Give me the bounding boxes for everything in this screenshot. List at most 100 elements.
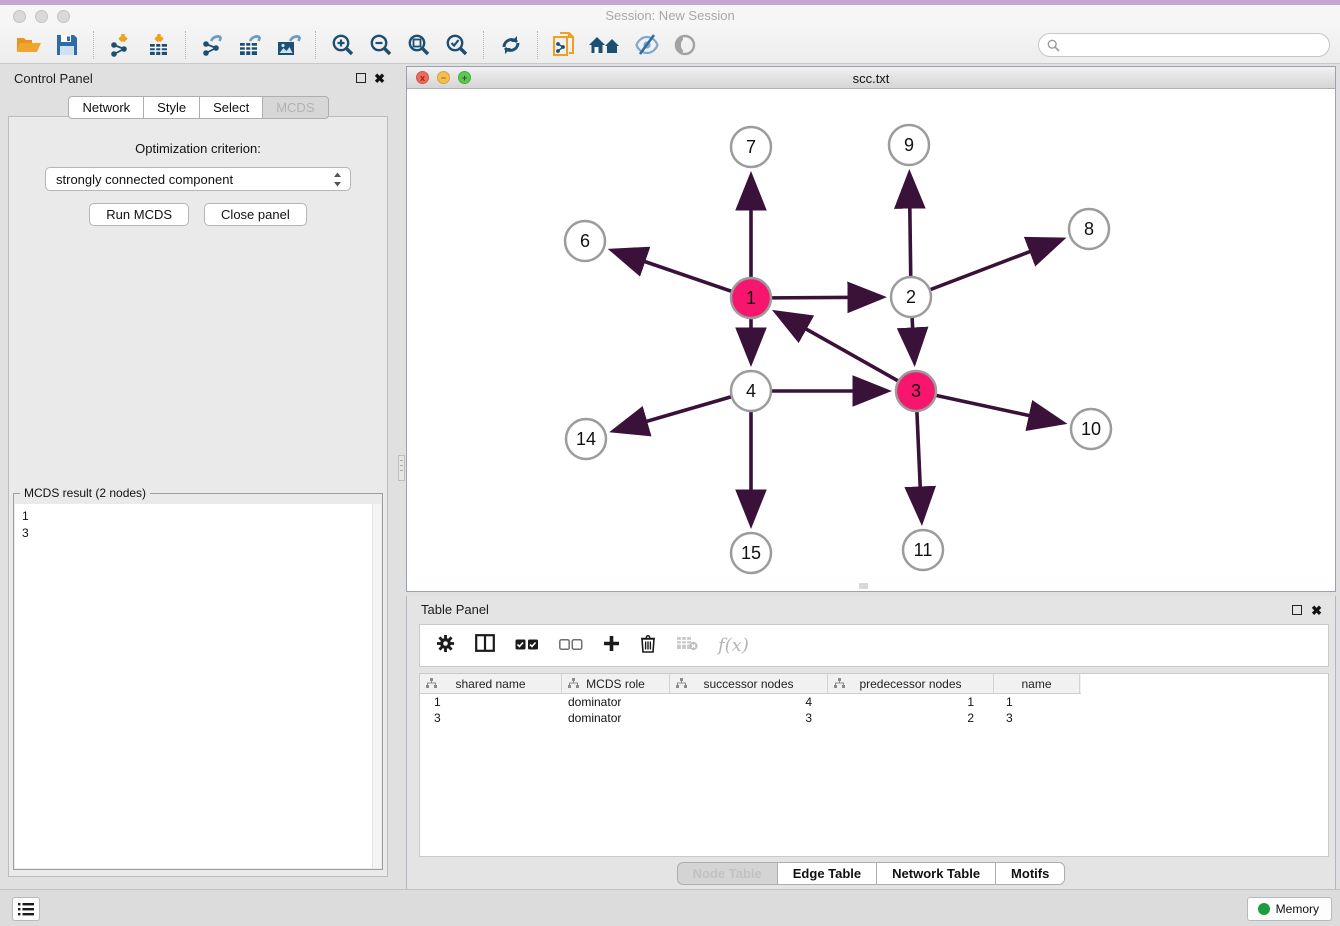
select-all-columns-button[interactable] (515, 637, 539, 655)
delete-column-button[interactable] (640, 634, 656, 658)
table-cell[interactable]: 1 (994, 695, 1080, 709)
control-panel-float-icon[interactable] (356, 73, 366, 83)
graph-node-8[interactable]: 8 (1069, 209, 1109, 249)
column-header-predecessor-nodes[interactable]: predecessor nodes (828, 674, 994, 693)
table-panel-close-icon[interactable]: ✖ (1311, 604, 1322, 617)
unchecked-boxes-icon (559, 639, 583, 650)
create-column-button[interactable] (603, 635, 620, 657)
graph-node-14[interactable]: 14 (566, 419, 606, 459)
close-panel-button[interactable]: Close panel (204, 203, 307, 226)
task-history-button[interactable] (12, 897, 40, 921)
svg-text:7: 7 (746, 137, 756, 157)
graph-node-2[interactable]: 2 (891, 277, 931, 317)
graph-edge-3-10[interactable] (937, 395, 1062, 422)
graph-node-7[interactable]: 7 (731, 127, 771, 167)
delete-table-button[interactable] (676, 636, 698, 656)
toolbar-separator (537, 31, 539, 59)
search-input[interactable] (1064, 35, 1329, 55)
first-neighbors-button[interactable] (584, 29, 628, 61)
graph-node-4[interactable]: 4 (731, 371, 771, 411)
zoom-in-button[interactable] (324, 29, 362, 61)
search-box (1038, 33, 1330, 57)
tab-style[interactable]: Style (144, 96, 200, 119)
graph-node-6[interactable]: 6 (565, 221, 605, 261)
table-cell[interactable]: 4 (670, 695, 828, 709)
table-panel-float-icon[interactable] (1292, 605, 1302, 615)
graph-edge-4-14[interactable] (615, 397, 731, 431)
table-cell[interactable]: 3 (994, 711, 1080, 725)
export-image-icon (276, 33, 302, 57)
graph-edge-2-9[interactable] (909, 175, 910, 276)
memory-button[interactable]: Memory (1247, 897, 1332, 921)
show-graphics-details-button[interactable] (628, 29, 666, 61)
graph-node-10[interactable]: 10 (1071, 409, 1111, 449)
import-table-button[interactable] (140, 29, 178, 61)
graph-node-11[interactable]: 11 (903, 530, 943, 570)
mcds-result-lines: 13 (15, 504, 381, 542)
zoom-fit-button[interactable] (400, 29, 438, 61)
function-builder-button[interactable]: f(x) (718, 635, 749, 656)
mcds-result-scrollbar[interactable] (372, 504, 381, 868)
graph-edge-2-3[interactable] (912, 318, 914, 361)
table-row[interactable]: 1dominator411 (420, 694, 1328, 710)
open-session-button[interactable] (10, 29, 48, 61)
panel-splitter-grip[interactable] (398, 455, 405, 481)
graph-node-3[interactable]: 3 (896, 371, 936, 411)
table-cell[interactable]: 3 (420, 711, 562, 725)
optimization-criterion-label: Optimization criterion: (9, 141, 387, 156)
tab-network[interactable]: Network (68, 96, 144, 119)
show-column-button[interactable] (475, 634, 495, 657)
clone-network-icon (552, 32, 578, 58)
window-titlebar: Session: New Session (0, 0, 1340, 27)
network-window-titlebar[interactable]: x − + scc.txt (407, 67, 1335, 89)
graph-edge-3-1[interactable] (777, 313, 898, 381)
export-network-button[interactable] (194, 29, 232, 61)
canvas-scrollbar-thumb[interactable] (859, 583, 868, 589)
save-icon (56, 34, 78, 56)
apply-layout-button[interactable] (492, 29, 530, 61)
control-panel-close-icon[interactable]: ✖ (374, 72, 385, 85)
column-header-name[interactable]: name (994, 674, 1080, 693)
hide-eye-button[interactable] (666, 29, 704, 61)
network-canvas[interactable]: 7 9 6 8 1 2 4 3 14 10 15 11 (407, 89, 1335, 591)
criterion-dropdown[interactable]: strongly connected component (45, 167, 351, 191)
tab-select[interactable]: Select (200, 96, 263, 119)
table-cell[interactable]: 2 (828, 711, 994, 725)
column-header-MCDS-role[interactable]: MCDS role (562, 674, 670, 693)
tab-node-table[interactable]: Node Table (677, 862, 778, 885)
unselect-all-columns-button[interactable] (559, 637, 583, 655)
clone-network-button[interactable] (546, 29, 584, 61)
table-cell[interactable]: 3 (670, 711, 828, 725)
column-header-shared-name[interactable]: shared name (420, 674, 562, 693)
export-table-button[interactable] (232, 29, 270, 61)
tab-network-table[interactable]: Network Table (877, 862, 996, 885)
table-cell[interactable]: 1 (828, 695, 994, 709)
table-cell[interactable]: dominator (562, 711, 670, 725)
table-settings-button[interactable] (436, 634, 455, 658)
graph-edge-2-8[interactable] (931, 240, 1061, 290)
mcds-result-area[interactable]: 13 (15, 504, 381, 868)
column-tree-icon (834, 678, 845, 689)
run-mcds-button[interactable]: Run MCDS (89, 203, 189, 226)
graph-node-1[interactable]: 1 (731, 278, 771, 318)
svg-text:15: 15 (741, 543, 761, 563)
graphics-details-slash-icon (634, 33, 660, 57)
save-session-button[interactable] (48, 29, 86, 61)
table-cell[interactable]: dominator (562, 695, 670, 709)
tab-edge-table[interactable]: Edge Table (778, 862, 877, 885)
zoom-out-button[interactable] (362, 29, 400, 61)
graph-edge-3-11[interactable] (917, 412, 922, 520)
tab-mcds[interactable]: MCDS (263, 96, 328, 119)
tab-motifs[interactable]: Motifs (996, 862, 1065, 885)
graph-node-15[interactable]: 15 (731, 533, 771, 573)
column-header-successor-nodes[interactable]: successor nodes (670, 674, 828, 693)
graph-edge-1-6[interactable] (613, 251, 731, 291)
graph-edge-1-2[interactable] (772, 297, 881, 298)
export-image-button[interactable] (270, 29, 308, 61)
graph-node-9[interactable]: 9 (889, 125, 929, 165)
zoom-selected-button[interactable] (438, 29, 476, 61)
table-cell[interactable]: 1 (420, 695, 562, 709)
table-row[interactable]: 3dominator323 (420, 710, 1328, 726)
svg-text:2: 2 (906, 287, 916, 307)
import-network-button[interactable] (102, 29, 140, 61)
